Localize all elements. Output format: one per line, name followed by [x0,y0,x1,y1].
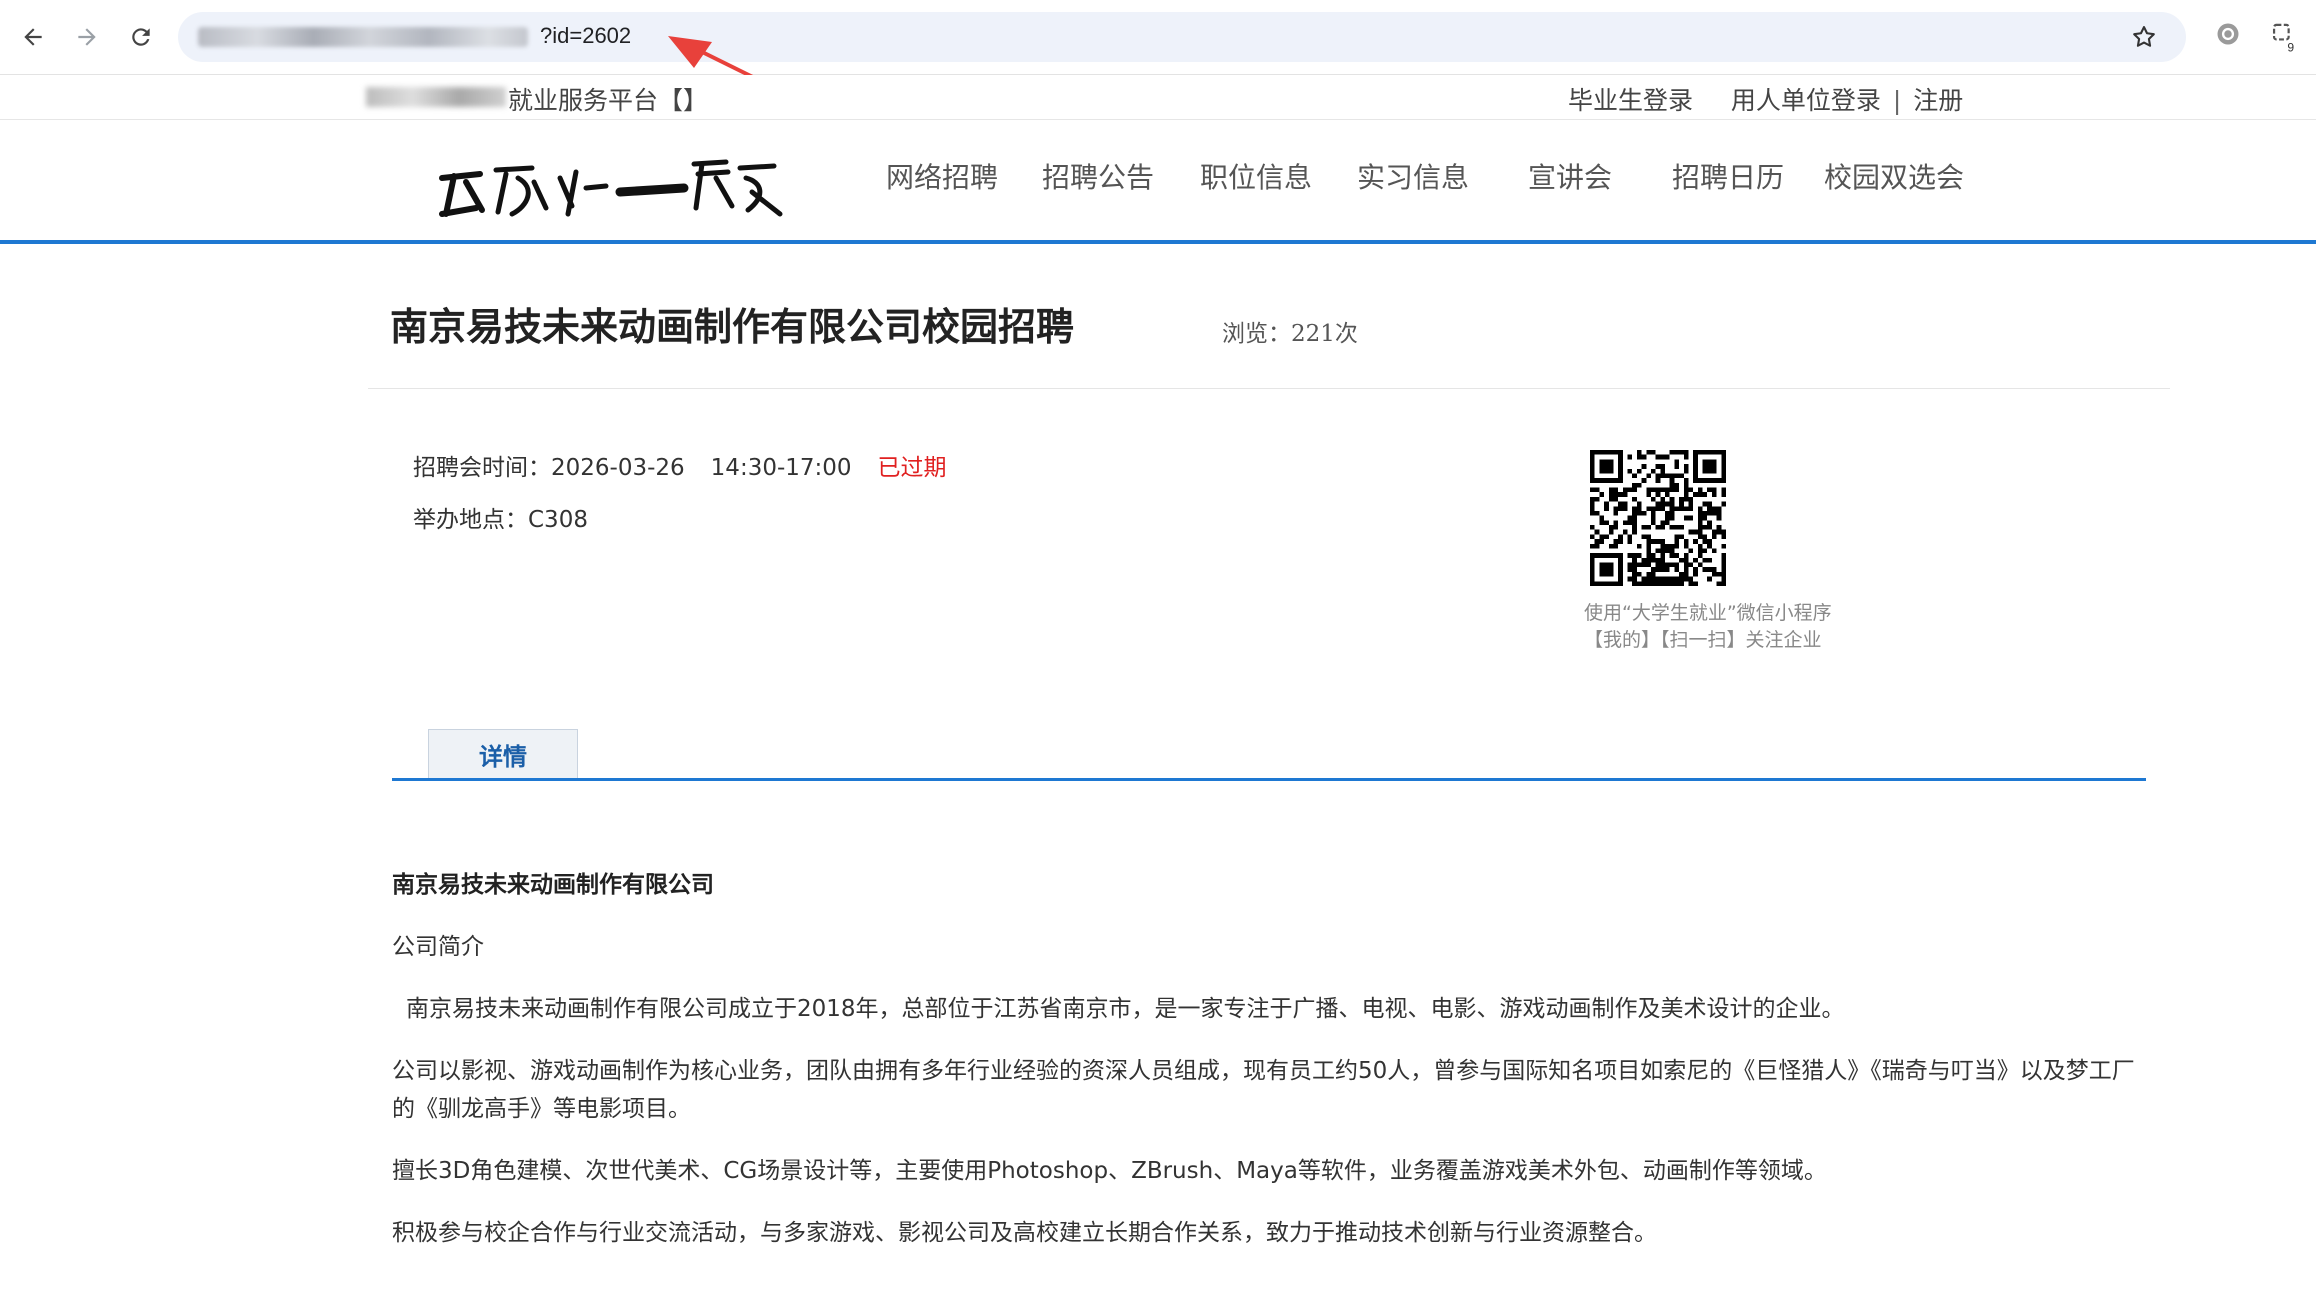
platform-name: 就业服务平台【】 [508,86,709,115]
bookmark-star-icon[interactable] [2130,23,2158,51]
platform-name-blurred [366,87,506,107]
status-badge: 已过期 [877,455,947,481]
event-location-row: 举办地点：C308 [413,500,588,534]
event-time-row: 招聘会时间：2026-03-26 14:30-17:00 已过期 [413,448,947,482]
qr-caption-line2: 【我的】【扫一扫】关注企业 [1584,629,1822,651]
event-date: 2026-03-26 [551,455,685,481]
site-logo[interactable] [436,148,784,222]
nav-campus-job-fair[interactable]: 校园双选会 [1824,156,1964,196]
event-location: C308 [528,507,588,533]
title-divider [368,388,2170,389]
company-name: 南京易技未来动画制作有限公司 [392,872,714,898]
page-title: 南京易技未来动画制作有限公司校园招聘 [390,305,1075,349]
register-link[interactable]: 注册 [1913,86,1963,115]
event-time-label: 招聘会时间： [413,455,551,481]
tab-underline [392,778,2146,781]
browser-toolbar: ?id=2602 9 [0,0,2316,75]
forward-button[interactable] [68,18,106,56]
url-blurred-host [198,27,528,47]
nav-online-recruitment[interactable]: 网络招聘 [886,156,998,196]
qr-caption-line1: 使用“大学生就业”微信小程序 [1584,602,1832,624]
link-separator: | [1892,86,1902,115]
back-arrow-icon [24,28,42,46]
nav-recruitment-notices[interactable]: 招聘公告 [1042,156,1154,196]
business-paragraph: 公司以影视、游戏动画制作为核心业务，团队由拥有多年行业经验的资深人员组成，现有员… [392,1058,2135,1122]
view-count: 浏览：221次 [1222,321,1358,347]
back-button[interactable] [14,18,52,56]
site-header: 网络招聘 招聘公告 职位信息 实习信息 宣讲会 招聘日历 校园双选会 [0,120,2316,244]
site-topbar: 就业服务平台【】 毕业生登录 用人单位登录 | 注册 [0,75,2316,120]
event-time: 14:30-17:00 [710,455,852,481]
qr-caption: 使用“大学生就业”微信小程序 【我的】【扫一扫】关注企业 [1584,600,1832,654]
nav-info-sessions[interactable]: 宣讲会 [1528,156,1612,196]
reload-button[interactable] [122,18,160,56]
tab-details[interactable]: 详情 [428,729,578,779]
nav-internships[interactable]: 实习信息 [1357,156,1469,196]
svg-text:9: 9 [2287,41,2294,54]
intro-paragraph: 南京易技未来动画制作有限公司成立于2018年，总部位于江苏省南京市，是一家专注于… [406,996,1845,1022]
event-location-label: 举办地点： [413,507,528,533]
forward-arrow-icon [78,28,96,46]
account-links: 毕业生登录 用人单位登录 | 注册 [1568,81,1963,117]
nav-recruitment-calendar[interactable]: 招聘日历 [1672,156,1784,196]
cooperation-paragraph: 积极参与校企合作与行业交流活动，与多家游戏、影视公司及高校建立长期合作关系，致力… [392,1220,1657,1246]
extension-icon[interactable] [2214,20,2242,48]
tab-search-icon[interactable]: 9 [2270,20,2300,54]
address-bar[interactable]: ?id=2602 [178,12,2186,62]
qr-code-icon [1590,450,1726,586]
url-query: ?id=2602 [540,23,632,48]
intro-heading: 公司简介 [392,934,484,960]
nav-job-positions[interactable]: 职位信息 [1200,156,1312,196]
reload-icon [132,28,150,46]
graduate-login-link[interactable]: 毕业生登录 [1568,86,1693,115]
skills-paragraph: 擅长3D角色建模、次世代美术、CG场景设计等，主要使用Photoshop、ZBr… [392,1158,1827,1184]
employer-login-link[interactable]: 用人单位登录 [1731,86,1881,115]
